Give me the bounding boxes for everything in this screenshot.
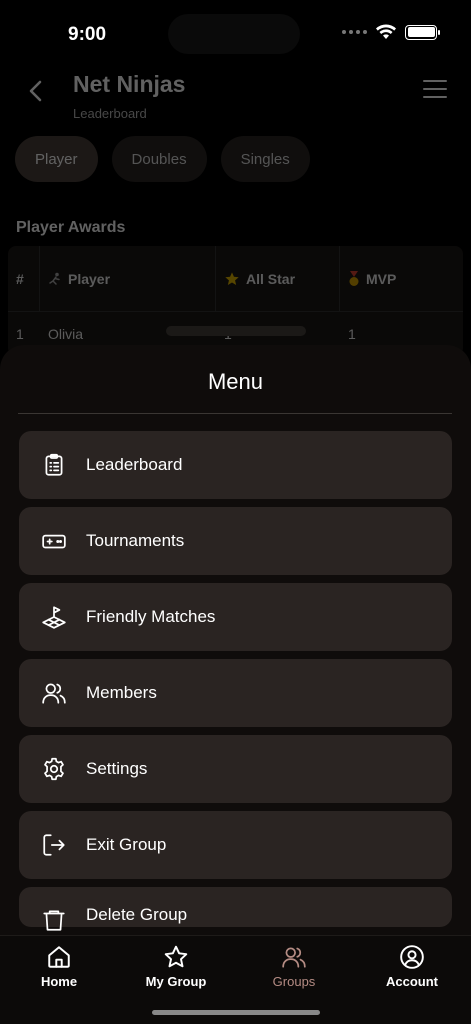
table-header: # Player All Star MVP [8,246,463,312]
tabbar-groups[interactable]: Groups [244,944,344,989]
page-subtitle: Leaderboard [73,106,147,121]
gear-icon [39,754,69,784]
menu-item-label: Leaderboard [86,455,183,474]
player-icon [49,272,60,285]
account-icon [400,945,424,969]
tab-player[interactable]: Player [15,136,98,182]
menu-list: Leaderboard Tournaments Friendly Matches… [19,431,452,935]
column-header-mvp-label: MVP [366,270,397,287]
tabbar-home[interactable]: Home [9,944,109,989]
menu-sheet: Menu Leaderboard Tournaments Friendly Ma… [0,345,471,935]
row-rank: 1 [16,326,24,342]
tabbar-account[interactable]: Account [362,944,462,989]
dynamic-island [168,14,300,54]
groups-icon [282,947,306,968]
home-icon [48,946,70,968]
menu-item-exit-group[interactable]: Exit Group [19,811,452,879]
page-header: Net Ninjas Leaderboard [0,66,471,126]
column-header-mvp[interactable]: MVP [340,246,463,311]
members-icon [39,678,69,708]
exit-icon [39,830,69,860]
menu-item-label: Delete Group [86,905,188,924]
tabbar-label: Home [40,974,78,989]
signal-icon [342,30,367,34]
hamburger-menu-icon[interactable] [423,78,447,100]
menu-item-label: Friendly Matches [86,607,216,626]
sheet-title: Menu [207,369,264,394]
bottom-tab-bar: Home My Group Groups Account [0,935,471,1024]
row-mvp: 1 [348,326,356,342]
segment-tabs: Player Doubles Singles [15,136,310,182]
page-title: Net Ninjas [73,71,186,97]
menu-item-members[interactable]: Members [19,659,452,727]
section-title: Player Awards [16,219,126,236]
tab-singles[interactable]: Singles [220,136,310,182]
status-bar: 9:00 [0,0,471,60]
menu-item-settings[interactable]: Settings [19,735,452,803]
sheet-drag-handle[interactable] [166,326,306,336]
menu-item-label: Members [86,683,157,702]
tabbar-label: My Group [145,974,207,989]
clipboard-icon [39,450,69,480]
star-icon [164,945,188,968]
column-header-player[interactable]: Player [40,246,216,311]
battery-icon [405,24,440,40]
column-header-allstar-label: All Star [246,270,296,287]
awards-table: # Player All Star MVP 1 Olivia 1 1 [8,246,463,356]
trash-icon [39,905,69,935]
status-icons [342,24,440,40]
column-header-player-label: Player [68,270,111,287]
column-header-allstar[interactable]: All Star [216,246,340,311]
menu-item-delete-group[interactable]: Delete Group [19,887,452,931]
wifi-icon [376,24,396,39]
tabbar-label: Groups [272,974,316,989]
tab-doubles[interactable]: Doubles [111,136,207,182]
menu-item-label: Exit Group [86,835,167,854]
star-icon [225,271,239,285]
column-header-rank: # [8,246,40,311]
medal-icon [349,270,359,286]
back-chevron-icon[interactable] [24,76,48,106]
divider [18,413,452,414]
gamepad-icon [39,526,69,556]
menu-item-leaderboard[interactable]: Leaderboard [19,431,452,499]
tabbar-label: Account [386,974,438,989]
menu-item-label: Settings [86,759,148,778]
tabbar-my-group[interactable]: My Group [126,944,226,989]
menu-item-label: Tournaments [86,531,185,550]
menu-item-tournaments[interactable]: Tournaments [19,507,452,575]
status-time: 9:00 [68,24,107,45]
court-flag-icon [39,602,69,632]
menu-item-friendly-matches[interactable]: Friendly Matches [19,583,452,651]
home-indicator [152,1010,320,1015]
